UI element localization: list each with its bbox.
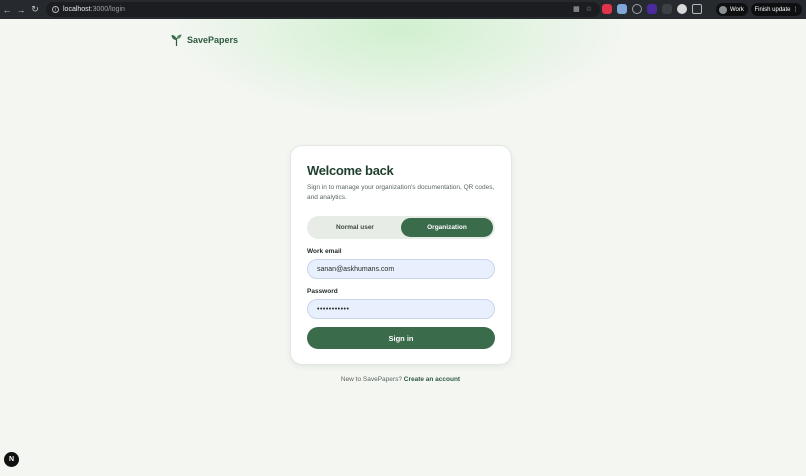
profile-label: Work [730,6,744,13]
url-path: :3000/login [90,6,125,13]
more-menu-icon: ⋮ [792,7,799,13]
email-field[interactable]: sanan@askhumans.com [307,259,495,279]
forward-icon[interactable]: → [14,0,28,19]
signup-prompt: New to SavePapers? Create an account [0,376,801,383]
extension-check-icon[interactable] [632,4,642,14]
brand-logo[interactable]: SavePapers [170,34,238,46]
password-label: Password [307,288,338,295]
nextjs-dev-badge[interactable]: N [4,452,19,467]
toggle-organization[interactable]: Organization [401,218,493,237]
extension-blue-icon[interactable] [617,4,627,14]
toggle-normal-user[interactable]: Normal user [309,218,401,237]
translate-icon[interactable]: ▦ [573,5,580,13]
extensions-puzzle-icon[interactable] [692,4,702,14]
extension-dark-icon[interactable] [662,4,672,14]
brand-name: SavePapers [187,35,239,45]
url-host: localhost [63,6,91,13]
extension-purple-icon[interactable] [647,4,657,14]
extension-white-icon[interactable] [677,4,687,14]
page-subtitle: Sign in to manage your organization's do… [307,184,495,201]
signup-text: New to SavePapers? [340,376,402,383]
page-title: Welcome back [307,163,394,178]
finish-update-button[interactable]: Finish update ⋮ [751,3,802,16]
update-label: Finish update [754,6,791,13]
sprout-icon [171,34,182,46]
create-account-link[interactable]: Create an account [404,376,460,383]
sign-in-button[interactable]: Sign in [307,327,495,349]
account-type-toggle: Normal user Organization [307,216,495,239]
page-content: SavePapers Welcome back Sign in to manag… [0,19,806,476]
back-icon[interactable]: ← [0,0,14,19]
address-bar[interactable]: i localhost :3000/login ▦ ☆ [46,2,600,17]
password-field[interactable]: ••••••••••• [307,299,495,319]
browser-toolbar: ← → ↻ i localhost :3000/login ▦ ☆ Work F… [0,0,806,19]
profile-button[interactable]: Work [716,3,748,16]
reload-icon[interactable]: ↻ [28,0,42,19]
extensions-row [602,4,702,14]
site-info-icon[interactable]: i [52,6,59,13]
login-card: Welcome back Sign in to manage your orga… [290,145,512,365]
avatar [719,5,727,14]
email-label: Work email [307,248,342,255]
bookmark-star-icon[interactable]: ☆ [586,5,592,13]
extension-red-icon[interactable] [602,4,612,14]
